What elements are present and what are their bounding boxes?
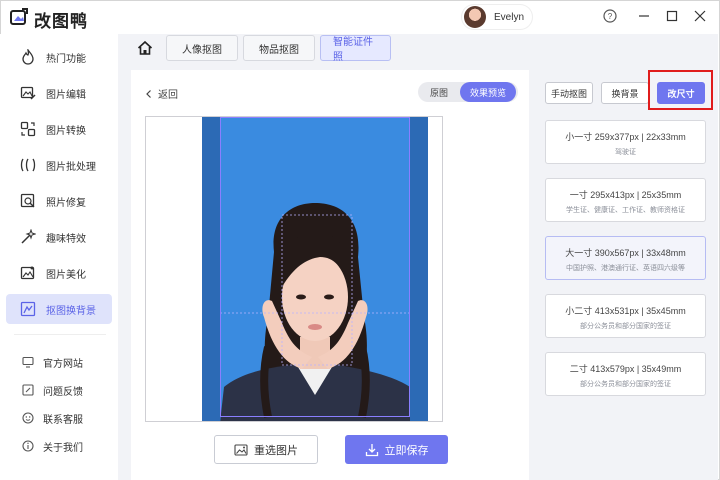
sidebar-link-service[interactable]: 联系客服 bbox=[6, 407, 112, 429]
minimize-icon bbox=[639, 15, 649, 17]
photo-canvas bbox=[145, 116, 443, 422]
size-title: 一寸 295x413px | 25x35mm bbox=[569, 190, 682, 200]
beautify-icon bbox=[20, 265, 36, 281]
image-edit-icon bbox=[20, 85, 36, 101]
size-desc: 部分公务员和部分国家的签证 bbox=[580, 381, 671, 388]
repair-icon bbox=[20, 193, 36, 209]
user-menu[interactable]: Evelyn bbox=[462, 5, 532, 29]
maximize-button[interactable] bbox=[664, 8, 680, 24]
tab-label: 智能证件照 bbox=[333, 37, 373, 63]
sidebar-item-label: 图片批处理 bbox=[46, 161, 96, 173]
close-button[interactable] bbox=[692, 8, 708, 24]
sidebar-link-label: 关于我们 bbox=[43, 442, 83, 454]
sidebar-item-label: 照片修复 bbox=[46, 197, 86, 209]
monitor-icon bbox=[22, 356, 34, 368]
help-icon: ? bbox=[603, 9, 617, 23]
service-icon bbox=[22, 412, 34, 424]
sidebar-link-feedback[interactable]: 问题反馈 bbox=[6, 379, 112, 401]
size-option-small-1inch[interactable]: 小一寸 259x377px | 22x33mm 驾驶证 bbox=[545, 120, 706, 164]
back-button[interactable]: 返回 bbox=[144, 86, 178, 101]
back-label: 返回 bbox=[158, 90, 178, 101]
size-title: 小一寸 259x377px | 22x33mm bbox=[565, 132, 686, 142]
tab-label: 物品抠图 bbox=[259, 44, 299, 56]
id-photo-preview bbox=[202, 117, 428, 421]
svg-text:?: ? bbox=[608, 12, 613, 21]
view-toggle: 原图 效果预览 bbox=[418, 82, 518, 102]
magic-icon bbox=[20, 229, 36, 245]
maximize-icon bbox=[666, 10, 678, 22]
tab-portrait-cutout[interactable]: 人像抠图 bbox=[166, 35, 238, 61]
sidebar-link-label: 官方网站 bbox=[43, 358, 83, 370]
size-option-small-2inch[interactable]: 小二寸 413x531px | 35x45mm 部分公务员和部分国家的签证 bbox=[545, 294, 706, 338]
download-icon bbox=[365, 443, 379, 457]
sidebar-item-convert[interactable]: 图片转换 bbox=[6, 114, 112, 144]
home-icon bbox=[137, 40, 153, 55]
toggle-preview[interactable]: 效果预览 bbox=[460, 82, 516, 102]
reselect-image-button[interactable]: 重选图片 bbox=[214, 435, 318, 464]
sidebar-item-label: 热门功能 bbox=[46, 53, 86, 65]
change-background-button[interactable]: 换背景 bbox=[601, 82, 649, 104]
size-option-2inch[interactable]: 二寸 413x579px | 35x49mm 部分公务员和部分国家的签证 bbox=[545, 352, 706, 396]
sidebar-item-batch[interactable]: 图片批处理 bbox=[6, 150, 112, 180]
size-title: 大一寸 390x567px | 33x48mm bbox=[565, 248, 686, 258]
sidebar-link-about[interactable]: 关于我们 bbox=[6, 435, 112, 457]
fire-icon bbox=[20, 49, 36, 65]
cutout-icon bbox=[20, 301, 36, 317]
avatar bbox=[464, 6, 486, 28]
sidebar-item-cutout[interactable]: 抠图换背景 bbox=[6, 294, 112, 324]
sidebar-divider bbox=[14, 334, 106, 335]
app-title: 改图鸭 bbox=[34, 12, 88, 31]
sidebar-item-label: 图片美化 bbox=[46, 269, 86, 281]
chevron-left-icon bbox=[146, 89, 151, 98]
save-button[interactable]: 立即保存 bbox=[345, 435, 448, 464]
sidebar-item-hot[interactable]: 热门功能 bbox=[6, 42, 112, 72]
sidebar-item-effects[interactable]: 趣味特效 bbox=[6, 222, 112, 252]
feedback-icon bbox=[22, 384, 34, 396]
highlight-annotation bbox=[648, 70, 713, 110]
sidebar-link-label: 联系客服 bbox=[43, 414, 83, 426]
sidebar-item-edit[interactable]: 图片编辑 bbox=[6, 78, 112, 108]
sidebar-link-website[interactable]: 官方网站 bbox=[6, 351, 112, 373]
image-icon bbox=[234, 443, 248, 457]
save-label: 立即保存 bbox=[384, 444, 429, 457]
reselect-label: 重选图片 bbox=[254, 444, 298, 457]
tool-label: 手动抠图 bbox=[550, 88, 587, 99]
toggle-original[interactable]: 原图 bbox=[418, 82, 460, 102]
sidebar-link-label: 问题反馈 bbox=[43, 386, 83, 398]
size-desc: 中国护照、港澳通行证、英语四六级等 bbox=[566, 265, 685, 272]
size-desc: 学生证、健康证、工作证、教师资格证 bbox=[566, 207, 685, 214]
tab-object-cutout[interactable]: 物品抠图 bbox=[243, 35, 315, 61]
convert-icon bbox=[20, 121, 36, 137]
user-name: Evelyn bbox=[494, 11, 525, 23]
size-option-large-1inch[interactable]: 大一寸 390x567px | 33x48mm 中国护照、港澳通行证、英语四六级… bbox=[545, 236, 706, 280]
sidebar-item-label: 图片转换 bbox=[46, 125, 86, 137]
home-button[interactable] bbox=[137, 40, 153, 56]
tab-id-photo[interactable]: 智能证件照 bbox=[320, 35, 391, 63]
app-logo-icon bbox=[10, 8, 28, 25]
title-bar: 改图鸭 Evelyn ? bbox=[0, 0, 718, 34]
sidebar-item-repair[interactable]: 照片修复 bbox=[6, 186, 112, 216]
size-desc: 驾驶证 bbox=[615, 149, 636, 156]
minimize-button[interactable] bbox=[636, 8, 652, 24]
sidebar-item-label: 图片编辑 bbox=[46, 89, 86, 101]
size-title: 小二寸 413x531px | 35x45mm bbox=[565, 306, 686, 316]
sidebar-item-label: 趣味特效 bbox=[46, 233, 86, 245]
manual-cutout-button[interactable]: 手动抠图 bbox=[545, 82, 593, 104]
help-button[interactable]: ? bbox=[602, 8, 618, 24]
sidebar-item-beautify[interactable]: 图片美化 bbox=[6, 258, 112, 288]
size-desc: 部分公务员和部分国家的签证 bbox=[580, 323, 671, 330]
tool-label: 换背景 bbox=[611, 88, 639, 99]
sidebar-item-label: 抠图换背景 bbox=[46, 305, 96, 317]
size-title: 二寸 413x579px | 35x49mm bbox=[569, 364, 682, 374]
size-option-1inch[interactable]: 一寸 295x413px | 25x35mm 学生证、健康证、工作证、教师资格证 bbox=[545, 178, 706, 222]
close-icon bbox=[694, 10, 706, 22]
info-icon bbox=[22, 440, 34, 452]
batch-icon bbox=[20, 157, 36, 173]
tab-label: 人像抠图 bbox=[182, 44, 222, 56]
crop-frame[interactable] bbox=[220, 117, 410, 417]
